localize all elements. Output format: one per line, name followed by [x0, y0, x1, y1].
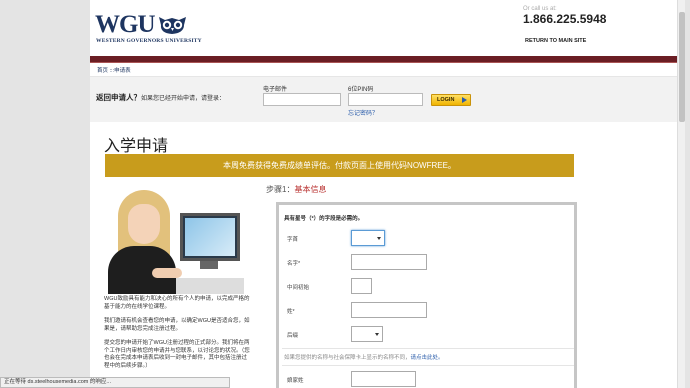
application-form: 具有星号（*）的字段是必需的。 字首 名字* 中间初始 姓* 后缀 如果您提供的…	[276, 202, 577, 388]
required-note: 具有星号（*）的字段是必需的。	[284, 216, 364, 222]
step-name: 基本信息	[294, 185, 327, 194]
login-button[interactable]: LOGIN	[431, 94, 471, 106]
return-to-main-site-link[interactable]: RETURN TO MAIN SITE	[525, 38, 586, 44]
form-divider	[282, 365, 574, 366]
last-name-field[interactable]	[351, 302, 427, 318]
forgot-password-link[interactable]: 忘记密码？	[348, 108, 378, 117]
maiden-name-label: 娘家姓	[287, 378, 304, 384]
face	[128, 204, 160, 244]
click-here-link[interactable]: 请点击此处。	[411, 355, 444, 361]
owl-logo-icon	[159, 17, 186, 34]
intro-paragraph-3: 提交您的申请开始了WGU注册过程的正式部分。我们将在两个工作日内审核您的申请并与…	[104, 340, 250, 369]
email-field[interactable]	[263, 93, 341, 106]
first-name-label: 名字*	[287, 261, 301, 267]
site-header: WGU WESTERN GOVERNORS UNIVERSITY Or call…	[90, 0, 685, 56]
arm	[152, 268, 182, 278]
wgu-logo[interactable]: WGU	[95, 11, 155, 39]
phone-number[interactable]: 1.866.225.5948	[523, 12, 606, 26]
promo-banner: 本周免费获得免费成绩单评估。付款页面上使用代码NOWFREE。	[105, 154, 574, 177]
name-mismatch-note: 如果您提供的名称与社会保障卡上显示的名称不同，请点击此处。	[284, 355, 444, 361]
chevron-down-icon	[375, 333, 379, 336]
login-prompt: 如果您已经开始申请，请登录：	[141, 96, 226, 102]
browser-status-bar: 正在等待 ds.steelhousemedia.com 的响应...	[0, 377, 230, 388]
prefix-select[interactable]	[351, 230, 385, 246]
header-divider-line	[90, 62, 685, 63]
step-heading: 步骤1：基本信息	[266, 184, 326, 195]
login-heading: 返回申请人？	[96, 93, 141, 102]
vertical-scrollbar[interactable]	[677, 0, 685, 388]
suffix-select[interactable]	[351, 326, 383, 342]
login-button-label: LOGIN	[437, 97, 455, 103]
monitor-icon	[180, 213, 240, 261]
page-title: 入学申请	[104, 138, 169, 155]
email-label: 电子邮件	[263, 87, 288, 93]
pin-label: 6位PIN码	[348, 87, 374, 93]
returning-applicant-login: 返回申请人？ 如果您已经开始申请，请登录： 电子邮件 6位PIN码 忘记密码？ …	[90, 76, 685, 122]
middle-initial-label: 中间初始	[287, 285, 310, 291]
arrow-right-icon	[462, 97, 467, 103]
scrollbar-thumb[interactable]	[679, 12, 685, 122]
intro-paragraph-2: 我们邀请有机会查看您的申请，以确定WGU是否适合您，如果是，请帮助您完成注册过程…	[104, 318, 250, 332]
middle-initial-field[interactable]	[351, 278, 372, 294]
step-prefix: 步骤1：	[266, 185, 295, 194]
last-name-label: 姓*	[287, 309, 295, 315]
first-name-field[interactable]	[351, 254, 427, 270]
maiden-name-field[interactable]	[351, 371, 416, 387]
breadcrumb[interactable]: 首页 :::申请表	[97, 66, 131, 74]
student-photo	[104, 186, 244, 294]
logo-subtitle: WESTERN GOVERNORS UNIVERSITY	[96, 38, 202, 44]
monitor-stand	[200, 261, 218, 269]
suffix-label: 后缀	[287, 333, 299, 339]
page: WGU WESTERN GOVERNORS UNIVERSITY Or call…	[90, 0, 685, 388]
pin-field[interactable]	[348, 93, 423, 106]
prefix-label: 字首	[287, 237, 299, 243]
chevron-down-icon	[377, 237, 381, 240]
form-divider	[282, 348, 574, 349]
intro-paragraph-1: WGU致励具有能力和决心的所有个人的申请，以完成严格的基于能力的在线学位课程。	[104, 296, 250, 310]
